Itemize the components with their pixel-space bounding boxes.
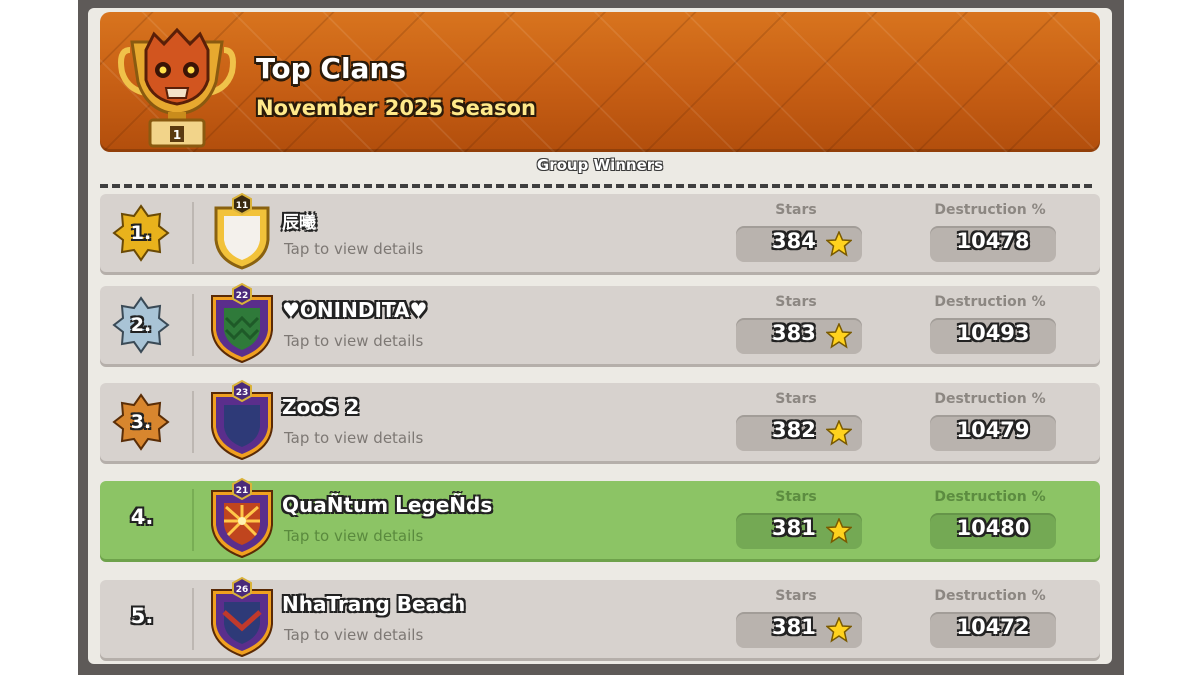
rank-separator <box>192 294 194 356</box>
tap-hint: Tap to view details <box>284 240 424 258</box>
destruction-value: 10479 <box>956 418 1030 442</box>
clan-level: 23 <box>236 388 249 398</box>
section-label: Group Winners <box>536 156 664 174</box>
clan-name: 辰曦 <box>282 213 316 233</box>
clan-badge-icon: 26 <box>211 576 273 658</box>
stars-value: 381 <box>772 516 816 540</box>
stars-value: 381 <box>772 615 816 639</box>
rank-number: 2. <box>130 314 152 336</box>
stars-value: 382 <box>772 418 816 442</box>
clan-name: ♥ONINDITA♥ <box>282 298 428 322</box>
stars-value: 383 <box>772 321 816 345</box>
clan-row-4[interactable]: 4. 21 QuaÑtum LegeÑds Tap to view detail… <box>100 477 1100 559</box>
rank-separator <box>192 588 194 650</box>
trophy-rank: 1 <box>173 128 181 142</box>
tap-hint: Tap to view details <box>284 429 424 447</box>
clan-row-1[interactable]: 1. 11 辰曦 Tap to view details Stars 384 D… <box>100 192 1100 272</box>
panel-bottom-edge <box>88 664 1112 675</box>
clan-row-3[interactable]: 3. 23 ZooS 2 Tap to view details Stars 3… <box>100 379 1100 461</box>
clan-name: QuaÑtum LegeÑds <box>282 493 493 517</box>
destruction-value: 10478 <box>956 229 1030 253</box>
star-icon <box>826 231 852 257</box>
clan-badge-icon: 23 <box>211 379 273 461</box>
clan-row-2[interactable]: 2. 22 ♥ONINDITA♥ Tap to view details Sta… <box>100 282 1100 364</box>
skull-trophy-icon: 1 <box>118 27 236 148</box>
clan-level: 22 <box>236 291 249 301</box>
stars-value-box: 384 <box>736 226 862 262</box>
rank-number: 1. <box>130 222 152 244</box>
stars-label: Stars <box>775 294 817 310</box>
stars-value-box: 382 <box>736 415 862 451</box>
star-icon <box>826 617 852 643</box>
stars-label: Stars <box>775 588 817 604</box>
destruction-value: 10480 <box>956 516 1030 540</box>
rank-number: 5. <box>130 604 154 628</box>
destruction-label: Destruction % <box>934 294 1046 310</box>
stars-value: 384 <box>772 229 816 253</box>
rank-separator <box>192 202 194 264</box>
destruction-value-box: 10472 <box>930 612 1056 648</box>
star-icon <box>826 420 852 446</box>
stars-value-box: 383 <box>736 318 862 354</box>
destruction-value-box: 10479 <box>930 415 1056 451</box>
stars-label: Stars <box>775 489 817 505</box>
clan-row-5[interactable]: 5. 26 NhaTrang Beach Tap to view details… <box>100 576 1100 658</box>
star-icon <box>826 518 852 544</box>
clan-level: 21 <box>236 486 249 496</box>
destruction-label: Destruction % <box>934 489 1046 505</box>
dashed-divider <box>100 184 1092 188</box>
rank-number: 3. <box>130 411 152 433</box>
stars-label: Stars <box>775 202 817 218</box>
bronze-rank-badge: 3. <box>112 393 170 451</box>
clan-badge-icon: 21 <box>211 477 273 559</box>
star-icon <box>826 323 852 349</box>
season-header: 1 Top Clans November 2025 Season <box>100 12 1100 152</box>
clan-name: NhaTrang Beach <box>282 592 466 616</box>
destruction-value-box: 10480 <box>930 513 1056 549</box>
stars-value-box: 381 <box>736 513 862 549</box>
destruction-value-box: 10493 <box>930 318 1056 354</box>
season-subtitle: November 2025 Season <box>256 96 536 120</box>
stars-label: Stars <box>775 391 817 407</box>
tap-hint: Tap to view details <box>284 626 424 644</box>
page-title: Top Clans <box>256 52 407 85</box>
clan-badge-icon: 11 <box>214 192 270 270</box>
stars-value-box: 381 <box>736 612 862 648</box>
destruction-value: 10493 <box>956 321 1030 345</box>
rank-separator <box>192 391 194 453</box>
clan-badge-icon: 22 <box>211 282 273 364</box>
clan-name: ZooS 2 <box>282 395 360 419</box>
rank-number: 4. <box>130 505 154 529</box>
rank-separator <box>192 489 194 551</box>
destruction-label: Destruction % <box>934 588 1046 604</box>
clan-level: 11 <box>236 201 249 211</box>
gold-rank-badge: 1. <box>112 204 170 262</box>
destruction-label: Destruction % <box>934 391 1046 407</box>
clan-level: 26 <box>236 585 249 595</box>
tap-hint: Tap to view details <box>284 332 424 350</box>
destruction-value: 10472 <box>956 615 1030 639</box>
silver-rank-badge: 2. <box>112 296 170 354</box>
destruction-value-box: 10478 <box>930 226 1056 262</box>
tap-hint: Tap to view details <box>284 527 424 545</box>
destruction-label: Destruction % <box>934 202 1046 218</box>
